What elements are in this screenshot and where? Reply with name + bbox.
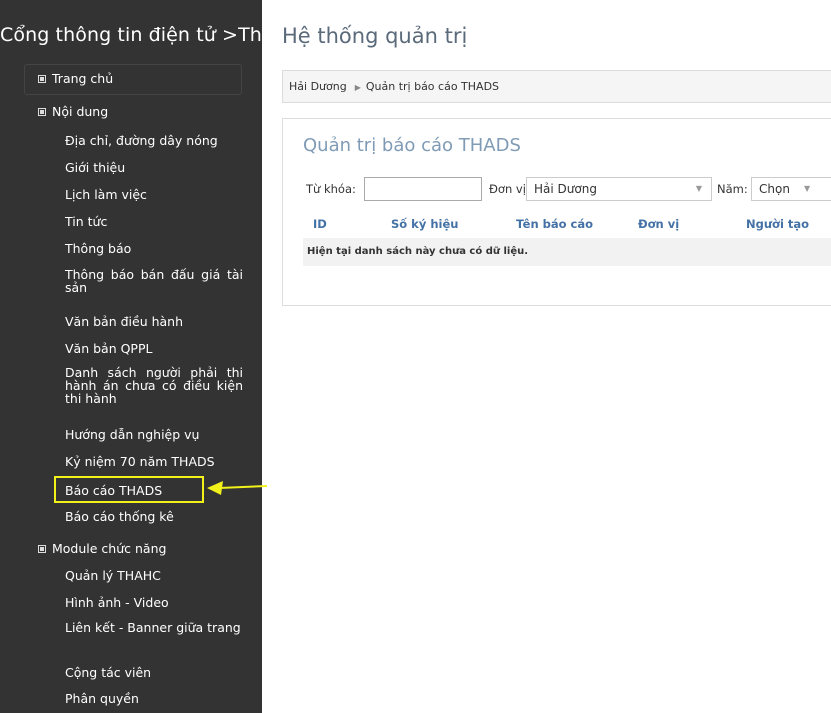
sidebar-item-70-years[interactable]: Kỷ niệm 70 năm THADS [65,455,243,468]
sidebar-item-executive-docs[interactable]: Văn bản điều hành [65,315,243,328]
sidebar-item-banner-links[interactable]: Liên kết - Banner giữa trang [65,621,243,634]
unit-select-value: Hải Dương [534,182,597,196]
unit-label: Đơn vị [489,182,526,196]
column-header-unit[interactable]: Đơn vị [638,217,679,231]
sidebar-item-hotline[interactable]: Địa chỉ, đường dây nóng [65,134,243,147]
sidebar-item-unenforceable-list[interactable]: Danh sách người phải thi hành án chưa có… [65,366,243,405]
sidebar-item-guidance[interactable]: Hướng dẫn nghiệp vụ [65,428,243,441]
sidebar-section-modules[interactable]: Module chức năng [38,541,166,556]
year-label: Năm: [717,182,748,196]
keyword-label: Từ khóa: [306,182,356,196]
column-header-creator[interactable]: Người tạo [746,217,809,231]
sidebar-section-label: Nội dung [52,104,109,119]
column-header-id[interactable]: ID [313,217,327,231]
sidebar-section-content[interactable]: Nội dung [38,104,108,119]
empty-table-message: Hiện tại danh sách này chưa có dữ liệu. [303,238,831,266]
sidebar-section-label: Module chức năng [52,541,167,556]
square-bullet-icon [38,108,46,116]
breadcrumb-home-link[interactable]: Hải Dương [289,80,347,93]
sidebar-item-thahc[interactable]: Quản lý THAHC [65,569,243,582]
sidebar-section-home[interactable]: Trang chủ [38,71,113,86]
sidebar-item-media[interactable]: Hình ảnh - Video [65,596,243,609]
breadcrumb-current: Quản trị báo cáo THADS [365,80,500,93]
highlight-box [54,476,204,503]
caret-down-icon: ▼ [695,184,702,193]
sidebar-section-label: Trang chủ [52,71,114,86]
sidebar-item-collaborators[interactable]: Cộng tác viên [65,666,243,679]
square-bullet-icon [38,545,46,553]
sidebar-item-permissions[interactable]: Phân quyền [65,692,243,705]
unit-select[interactable]: Hải Dương ▼ [526,177,712,201]
sidebar-item-statistics-report[interactable]: Báo cáo thống kê [65,510,243,523]
square-bullet-icon [38,75,46,83]
report-panel: Quản trị báo cáo THADS Từ khóa: Đơn vị H… [282,118,831,306]
keyword-input[interactable] [364,177,482,201]
year-select[interactable]: Chọn ▼ [751,177,831,201]
breadcrumb: Hải Dương ▶ Quản trị báo cáo THADS [282,70,831,103]
site-title[interactable]: Cổng thông tin điện tử >Thi [0,24,262,46]
caret-down-icon: ▼ [804,184,811,193]
page-title: Hệ thống quản trị [282,24,468,48]
sidebar-item-announcements[interactable]: Thông báo [65,242,243,255]
sidebar-item-schedule[interactable]: Lịch làm việc [65,188,243,201]
arrow-left-icon [207,481,267,495]
sidebar-item-news[interactable]: Tin tức [65,215,243,228]
year-select-value: Chọn [759,182,790,196]
sidebar-item-introduction[interactable]: Giới thiệu [65,161,243,174]
column-header-report-name[interactable]: Tên báo cáo [516,217,593,231]
sidebar: Cổng thông tin điện tử >Thi Trang chủ Nộ… [0,0,262,713]
column-header-code[interactable]: Số ký hiệu [391,217,458,231]
panel-title: Quản trị báo cáo THADS [303,135,521,156]
sidebar-item-asset-auction[interactable]: Thông báo bán đấu giá tài sản [65,268,243,294]
sidebar-item-legal-docs[interactable]: Văn bản QPPL [65,342,243,355]
caret-right-icon: ▶ [354,83,361,92]
